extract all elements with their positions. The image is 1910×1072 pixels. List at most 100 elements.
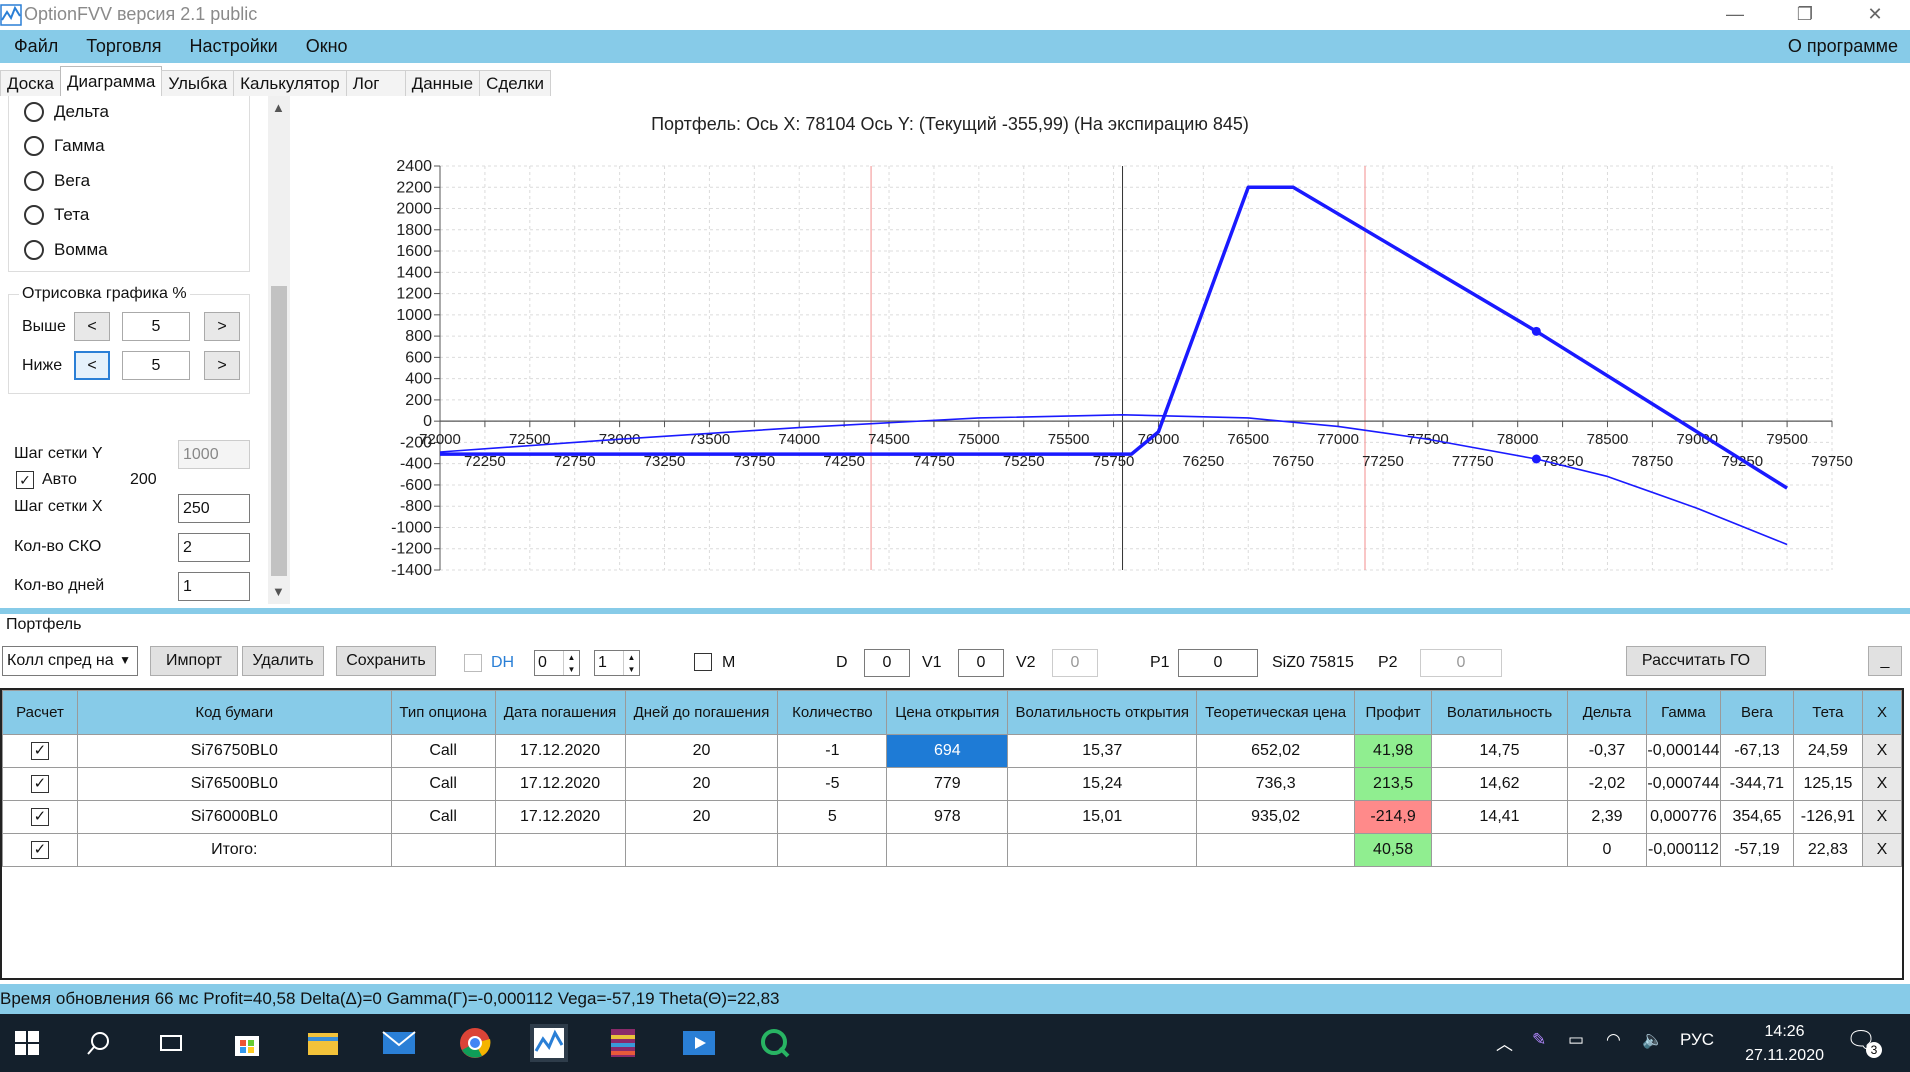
language-indicator[interactable]: РУС [1680,1030,1714,1050]
col-header[interactable]: Гамма [1645,690,1721,735]
winrar-icon[interactable] [604,1024,642,1062]
col-header[interactable]: Тета [1792,690,1863,735]
table-total-row[interactable]: ✓ Итого: 40,58 0 -0,000112 -57,19 22,83 … [2,833,1903,867]
radio-vomma[interactable]: Вомма [24,240,108,260]
minimize-icon[interactable]: — [1700,0,1770,29]
tab-calculator[interactable]: Калькулятор [233,70,347,96]
below-inc-button[interactable]: > [204,351,240,380]
menu-about[interactable]: О программе [1788,36,1898,57]
p2-input[interactable]: 0 [1420,649,1502,677]
tab-smile[interactable]: Улыбка [161,70,235,96]
scroll-down-icon[interactable]: ▼ [272,584,285,599]
tab-deals[interactable]: Сделки [479,70,552,96]
radio-gamma[interactable]: Гамма [24,136,105,156]
col-header[interactable]: Теоретическая цена [1196,690,1356,735]
col-header[interactable]: Дней до погашения [624,690,779,735]
col-header[interactable]: Профит [1354,690,1433,735]
remove-row-button[interactable]: X [1861,767,1903,801]
left-scrollbar[interactable]: ▲ ▼ [268,96,290,604]
col-header[interactable]: Волатильность [1431,690,1569,735]
table-row[interactable]: ✓ Si76500BL0 Call 17.12.2020 20 -5 779 1… [2,767,1903,801]
chrome-icon[interactable] [456,1024,494,1062]
menu-window[interactable]: Окно [292,36,362,57]
optionfvv-icon[interactable] [530,1024,568,1062]
scroll-thumb[interactable] [271,286,287,576]
spin-b[interactable]: 1 ▲ ▼ [594,650,640,676]
above-value[interactable]: 5 [122,312,190,341]
pen-icon[interactable]: ✎ [1532,1030,1546,1050]
collapse-button[interactable]: _ [1868,646,1902,676]
radio-theta[interactable]: Тета [24,205,89,225]
tab-data[interactable]: Данные [404,70,481,96]
delete-button[interactable]: Удалить [242,646,324,676]
cell-price[interactable]: 779 [886,767,1009,801]
col-header[interactable]: Вега [1719,690,1794,735]
col-header[interactable]: Количество [777,690,888,735]
calc-checkbox[interactable]: ✓ [30,841,49,859]
grid-y-input[interactable]: 1000 [178,440,250,469]
radio-vega[interactable]: Вега [24,171,90,191]
col-header[interactable]: Расчет [2,690,78,735]
d-input[interactable]: 0 [864,649,910,677]
sko-input[interactable]: 2 [178,533,250,562]
remove-row-button[interactable]: X [1861,800,1903,834]
col-header[interactable]: Код бумаги [76,690,392,735]
store-icon[interactable] [228,1024,266,1062]
system-clock[interactable]: 14:26 27.11.2020 [1745,1020,1824,1068]
portfolio-combo[interactable]: Колл спред на ▼ [2,646,138,676]
splitter[interactable] [0,608,1910,614]
col-header[interactable]: Волатильность открытия [1007,690,1198,735]
tab-log[interactable]: Лог [345,70,406,96]
cell-price[interactable]: 978 [886,800,1009,834]
above-dec-button[interactable]: < [74,312,110,341]
import-button[interactable]: Импорт [150,646,238,676]
cell-qty[interactable]: 5 [777,800,888,834]
v2-input[interactable]: 0 [1052,649,1098,677]
col-header[interactable]: Тип опциона [390,690,496,735]
spin-arrows-icon[interactable]: ▲ ▼ [563,651,579,675]
search-icon[interactable] [80,1024,118,1062]
payoff-chart[interactable]: 2400220020001800160014001200100080060040… [370,150,1870,580]
grid-x-input[interactable]: 250 [178,494,250,523]
media-player-icon[interactable] [680,1024,718,1062]
v1-input[interactable]: 0 [958,649,1004,677]
cell-qty[interactable]: -5 [777,767,888,801]
task-view-icon[interactable] [152,1024,190,1062]
col-header[interactable]: X [1861,690,1903,735]
windows-start-icon[interactable] [8,1024,46,1062]
m-checkbox[interactable] [694,653,712,671]
p1-input[interactable]: 0 [1178,649,1258,677]
col-header[interactable]: Дельта [1567,690,1647,735]
mail-icon[interactable] [380,1024,418,1062]
days-input[interactable]: 1 [178,572,250,601]
scroll-up-icon[interactable]: ▲ [272,100,285,115]
restore-icon[interactable]: ❐ [1770,0,1840,29]
tab-board[interactable]: Доска [0,70,61,96]
file-explorer-icon[interactable] [304,1024,342,1062]
volume-icon[interactable]: 🔈 [1642,1030,1663,1050]
calc-go-button[interactable]: Рассчитать ГО [1626,646,1766,676]
menu-trading[interactable]: Торговля [72,36,175,57]
col-header[interactable]: Цена открытия [886,690,1009,735]
remove-row-button[interactable]: X [1861,833,1903,867]
radio-delta[interactable]: Дельта [24,102,109,122]
spin-arrows-icon[interactable]: ▲ ▼ [623,651,639,675]
quik-icon[interactable] [756,1024,794,1062]
calc-checkbox[interactable]: ✓ [30,742,49,760]
tray-chevron-icon[interactable]: ︿ [1496,1030,1513,1055]
remove-row-button[interactable]: X [1861,734,1903,768]
battery-icon[interactable]: ▭ [1568,1030,1584,1050]
auto-checkbox[interactable]: ✓ [16,471,34,489]
close-icon[interactable]: ✕ [1840,0,1910,29]
table-row[interactable]: ✓ Si76750BL0 Call 17.12.2020 20 -1 694 1… [2,734,1903,768]
menu-file[interactable]: Файл [0,36,72,57]
wifi-icon[interactable]: ◠ [1606,1030,1621,1050]
cell-qty[interactable]: -1 [777,734,888,768]
tab-diagram[interactable]: Диаграмма [59,66,163,96]
dh-checkbox[interactable] [464,654,482,672]
spin-a[interactable]: 0 ▲ ▼ [534,650,580,676]
calc-checkbox[interactable]: ✓ [30,808,49,826]
save-button[interactable]: Сохранить [336,646,436,676]
cell-price[interactable]: 694 [886,734,1009,768]
col-header[interactable]: Дата погашения [494,690,626,735]
